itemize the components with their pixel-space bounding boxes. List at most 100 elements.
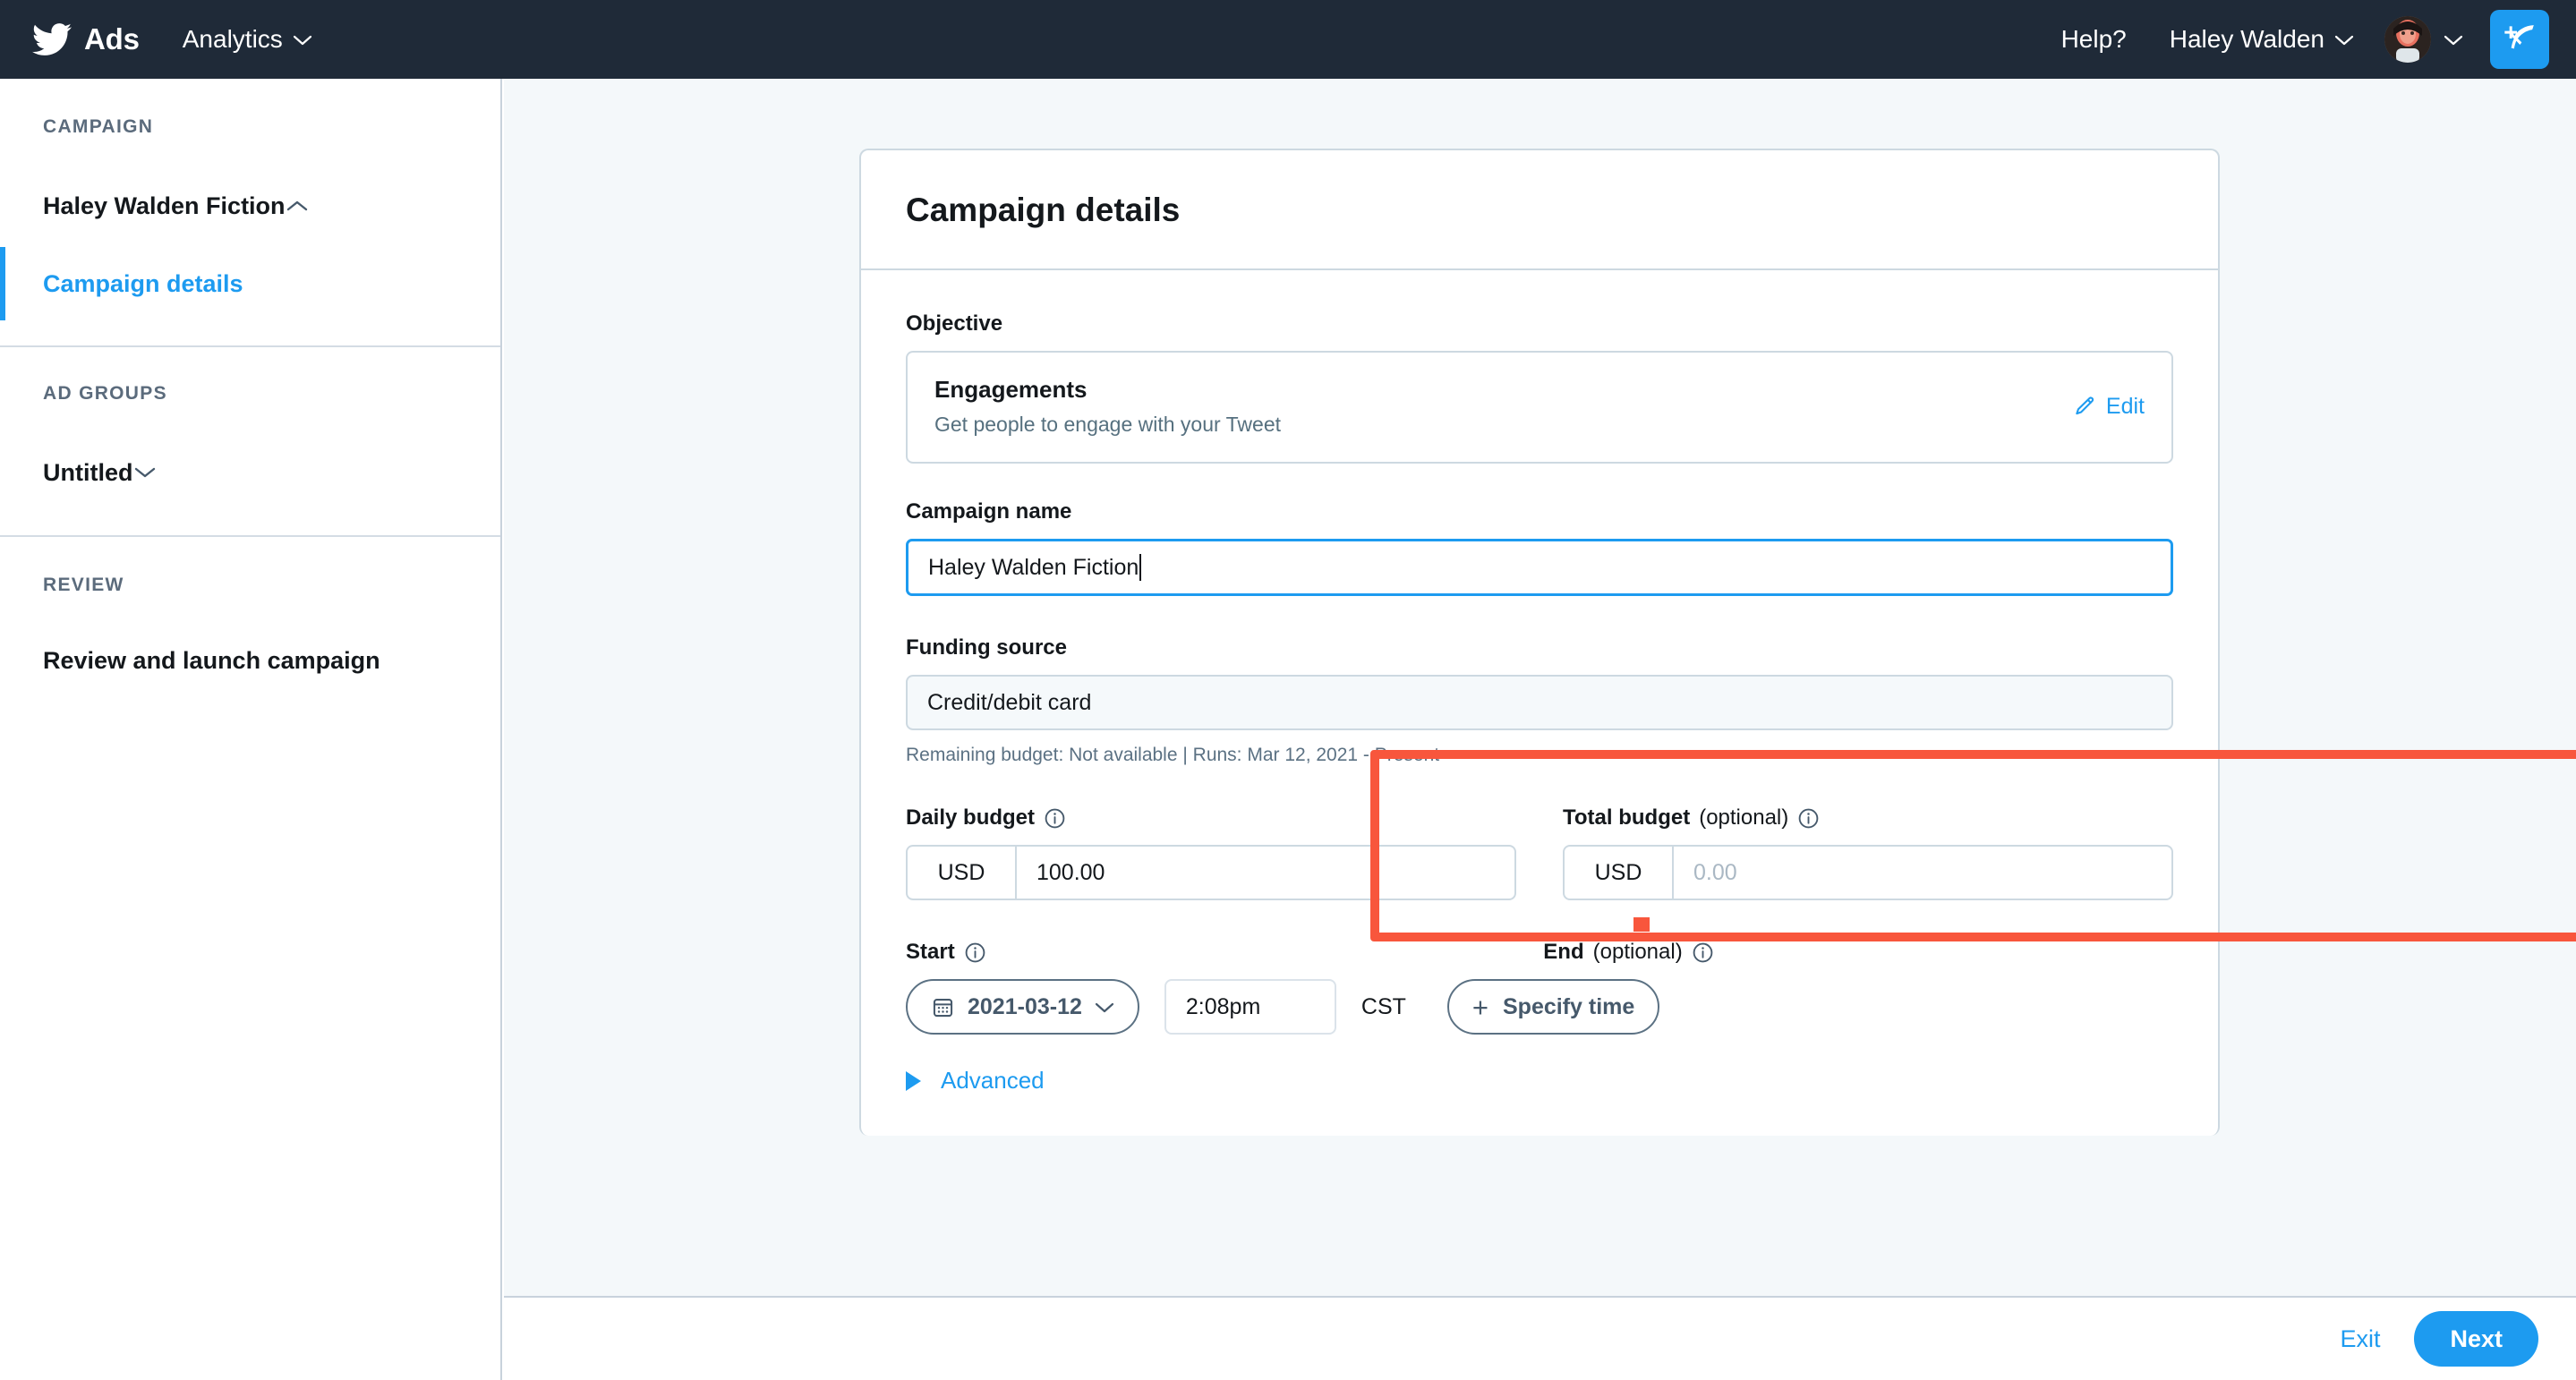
objective-label: Objective xyxy=(906,311,2173,336)
objective-summary-box: Engagements Get people to engage with yo… xyxy=(906,351,2173,464)
schedule-controls-row: 2021-03-12 2:08pm CST + Specify time xyxy=(906,979,2173,1035)
campaign-name-field-group: Campaign name Haley Walden Fiction xyxy=(906,499,2173,596)
chevron-down-icon xyxy=(293,34,312,46)
campaign-name-value: Haley Walden Fiction xyxy=(928,555,1139,581)
start-date-value: 2021-03-12 xyxy=(968,994,1082,1020)
sidebar-item-campaign-details[interactable]: Campaign details xyxy=(0,247,500,320)
objective-name: Engagements xyxy=(934,376,1281,404)
active-indicator-bar xyxy=(0,247,5,320)
chevron-down-icon[interactable] xyxy=(133,466,157,480)
next-button[interactable]: Next xyxy=(2414,1311,2538,1367)
end-optional-note: (optional) xyxy=(1593,940,1683,965)
total-budget-currency: USD xyxy=(1565,847,1674,899)
sidebar-item-haley-walden-fiction[interactable]: Haley Walden Fiction xyxy=(0,165,500,247)
chevron-down-icon xyxy=(2444,34,2463,46)
campaign-details-card: Campaign details Objective Engagements G… xyxy=(859,149,2220,1136)
end-label-group: End (optional) xyxy=(1543,940,2173,979)
plus-icon: + xyxy=(1472,993,1488,1021)
triangle-right-icon xyxy=(906,1071,921,1091)
edit-objective-button[interactable]: Edit xyxy=(2073,394,2145,420)
user-menu-label: Haley Walden xyxy=(2170,25,2324,54)
sidebar-section-ad-groups-label: AD GROUPS xyxy=(0,383,500,405)
start-time-input[interactable]: 2:08pm xyxy=(1164,979,1336,1035)
nav-analytics-label: Analytics xyxy=(183,25,283,54)
total-budget-input-wrapper[interactable]: USD 0.00 xyxy=(1563,845,2173,900)
compose-tweet-icon xyxy=(2502,21,2538,57)
schedule-labels-row: Start End (optional) xyxy=(906,940,2173,979)
text-cursor xyxy=(1139,554,1141,581)
sidebar-item-untitled[interactable]: Untitled xyxy=(0,431,500,514)
info-icon[interactable] xyxy=(1044,807,1066,830)
sidebar-item-label: Haley Walden Fiction xyxy=(43,192,286,220)
brand-title: Ads xyxy=(84,22,140,56)
objective-text-group: Engagements Get people to engage with yo… xyxy=(934,376,1281,437)
daily-budget-input-wrapper[interactable]: USD 100.00 xyxy=(906,845,1516,900)
specify-end-time-button[interactable]: + Specify time xyxy=(1447,979,1659,1035)
chevron-down-icon xyxy=(1095,1001,1114,1013)
sidebar-section-review-label: REVIEW xyxy=(0,575,500,596)
start-label-text: Start xyxy=(906,940,955,965)
sidebar-item-label: Untitled xyxy=(43,459,133,487)
funding-source-field-group: Funding source Credit/debit card Remaini… xyxy=(906,635,2173,766)
main-content-area: Campaign details Objective Engagements G… xyxy=(504,79,2576,1296)
objective-description: Get people to engage with your Tweet xyxy=(934,413,1281,437)
page-title: Campaign details xyxy=(906,192,2173,229)
avatar xyxy=(2384,16,2431,63)
exit-button[interactable]: Exit xyxy=(2340,1325,2380,1353)
budget-row: Daily budget USD 100.00 xyxy=(906,805,2173,900)
chevron-up-icon[interactable] xyxy=(286,200,309,213)
compose-tweet-button[interactable] xyxy=(2490,10,2549,69)
info-icon[interactable] xyxy=(964,941,986,964)
brand-logo[interactable]: Ads xyxy=(32,20,140,59)
annotation-tick-mark xyxy=(1633,917,1650,932)
card-header: Campaign details xyxy=(861,150,2218,270)
funding-source-helper-text: Remaining budget: Not available | Runs: … xyxy=(906,745,2173,766)
total-budget-group: Total budget (optional) USD 0.00 xyxy=(1563,805,2173,900)
campaign-name-label: Campaign name xyxy=(906,499,2173,524)
edit-objective-label: Edit xyxy=(2106,394,2145,420)
card-body: Objective Engagements Get people to enga… xyxy=(861,270,2218,1136)
campaign-name-input[interactable]: Haley Walden Fiction xyxy=(906,539,2173,596)
total-budget-label: Total budget (optional) xyxy=(1563,805,2173,831)
daily-budget-label-text: Daily budget xyxy=(906,805,1035,831)
nav-item-analytics[interactable]: Analytics xyxy=(183,25,312,54)
start-label: Start xyxy=(906,940,1497,965)
sidebar-item-label: Campaign details xyxy=(43,270,243,298)
top-navigation-bar: Ads Analytics Help? Haley Walden xyxy=(0,0,2576,79)
total-budget-optional-note: (optional) xyxy=(1699,805,1788,831)
info-icon[interactable] xyxy=(1797,807,1820,830)
end-label-text: End xyxy=(1543,940,1583,965)
end-label: End (optional) xyxy=(1543,940,2173,965)
total-budget-value[interactable]: 0.00 xyxy=(1674,847,2171,899)
campaign-name-label-text: Campaign name xyxy=(906,499,1071,524)
specify-time-label: Specify time xyxy=(1503,994,1634,1020)
account-switcher[interactable] xyxy=(2384,16,2463,63)
pencil-icon xyxy=(2073,395,2096,418)
info-icon[interactable] xyxy=(1692,941,1714,964)
daily-budget-group: Daily budget USD 100.00 xyxy=(906,805,1516,900)
calendar-icon xyxy=(931,995,955,1019)
funding-source-label: Funding source xyxy=(906,635,2173,660)
wizard-footer-bar: Exit Next xyxy=(504,1296,2576,1380)
chevron-down-icon xyxy=(2334,34,2354,46)
top-bar-right-group: Help? Haley Walden xyxy=(2061,10,2549,69)
daily-budget-currency: USD xyxy=(908,847,1017,899)
funding-source-value: Credit/debit card xyxy=(927,690,1091,716)
help-link[interactable]: Help? xyxy=(2061,25,2127,54)
start-date-picker[interactable]: 2021-03-12 xyxy=(906,979,1139,1035)
timezone-label: CST xyxy=(1361,994,1406,1020)
sidebar-item-review-and-launch[interactable]: Review and launch campaign xyxy=(0,619,500,702)
daily-budget-value[interactable]: 100.00 xyxy=(1017,847,1514,899)
sidebar-section-campaign-label: CAMPAIGN xyxy=(0,116,500,138)
advanced-label: Advanced xyxy=(941,1067,1045,1095)
funding-source-label-text: Funding source xyxy=(906,635,1067,660)
campaign-sidebar: CAMPAIGN Haley Walden Fiction Campaign d… xyxy=(0,79,502,1380)
advanced-toggle[interactable]: Advanced xyxy=(906,1067,2173,1136)
sidebar-item-label: Review and launch campaign xyxy=(43,647,380,675)
user-menu[interactable]: Haley Walden xyxy=(2170,25,2354,54)
funding-source-select[interactable]: Credit/debit card xyxy=(906,675,2173,730)
start-time-value: 2:08pm xyxy=(1186,994,1260,1020)
twitter-bird-icon xyxy=(32,20,72,59)
objective-label-text: Objective xyxy=(906,311,1002,336)
total-budget-label-text: Total budget xyxy=(1563,805,1690,831)
